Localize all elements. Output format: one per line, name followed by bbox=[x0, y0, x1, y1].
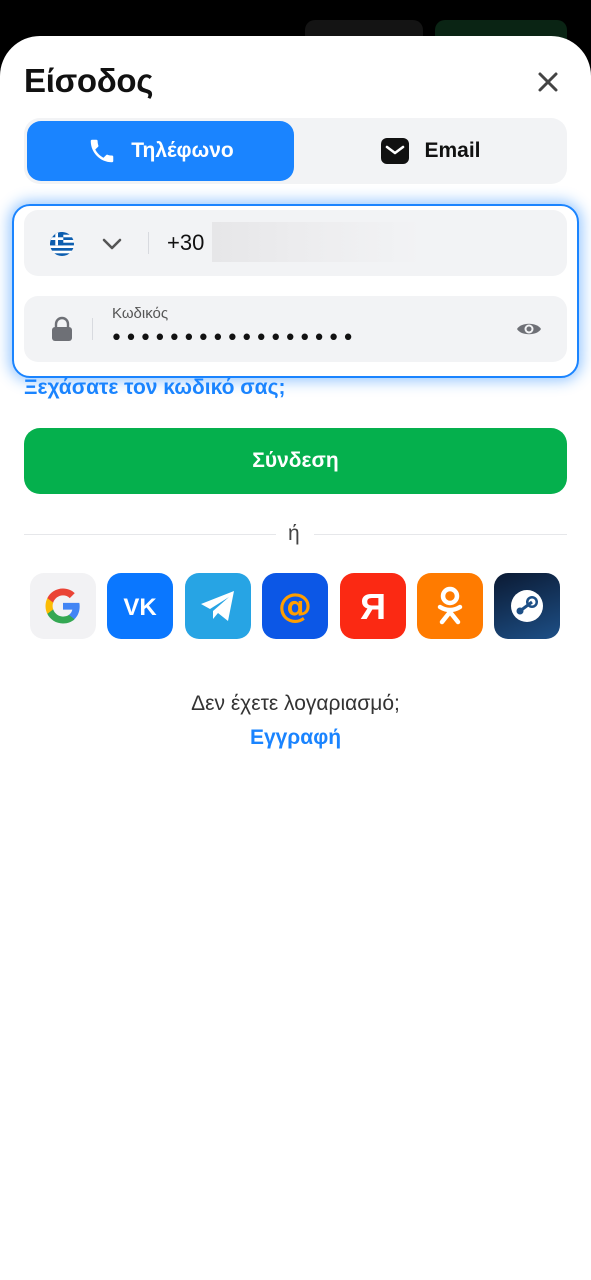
google-icon bbox=[45, 588, 80, 624]
lock-icon bbox=[52, 316, 72, 341]
svg-text:Я: Я bbox=[360, 586, 386, 626]
no-account-text: Δεν έχετε λογαριασμό; bbox=[191, 692, 400, 715]
close-button[interactable] bbox=[530, 64, 566, 100]
phone-field[interactable]: +30 bbox=[24, 210, 567, 276]
close-icon bbox=[538, 72, 558, 92]
vk-login-button[interactable]: VK bbox=[107, 573, 173, 639]
svg-text:VK: VK bbox=[123, 594, 157, 618]
ok-login-button[interactable] bbox=[417, 573, 483, 639]
login-button[interactable]: Σύνδεση bbox=[24, 428, 567, 494]
login-sheet: Είσοδος Τηλέφωνο Email +30 Κωδικός •••••… bbox=[0, 36, 591, 1280]
divider-line bbox=[314, 534, 567, 535]
google-login-button[interactable] bbox=[30, 573, 96, 639]
chevron-down-icon[interactable] bbox=[100, 232, 124, 256]
password-input[interactable]: ••••••••••••••••• bbox=[110, 326, 356, 351]
divider-text: ή bbox=[288, 522, 300, 545]
svg-text:@: @ bbox=[278, 586, 312, 626]
steam-login-button[interactable] bbox=[494, 573, 560, 639]
email-icon bbox=[381, 138, 410, 164]
register-link[interactable]: Εγγραφή bbox=[0, 726, 591, 750]
phone-number-input[interactable] bbox=[212, 222, 422, 262]
field-divider bbox=[148, 232, 149, 254]
tab-phone[interactable]: Τηλέφωνο bbox=[27, 121, 294, 181]
greece-flag-icon[interactable] bbox=[50, 232, 74, 256]
credentials-form: +30 Κωδικός ••••••••••••••••• bbox=[12, 204, 579, 378]
eye-icon[interactable] bbox=[515, 316, 543, 342]
vk-icon: VK bbox=[123, 594, 157, 618]
tab-email[interactable]: Email bbox=[297, 121, 564, 181]
tab-phone-label: Τηλέφωνο bbox=[131, 139, 234, 162]
telegram-icon bbox=[201, 591, 234, 621]
divider-line bbox=[24, 534, 276, 535]
yandex-icon: Я bbox=[360, 586, 386, 626]
country-code: +30 bbox=[167, 230, 205, 255]
yandex-login-button[interactable]: Я bbox=[340, 573, 406, 639]
password-label: Κωδικός bbox=[112, 305, 169, 322]
password-field[interactable]: Κωδικός ••••••••••••••••• bbox=[24, 296, 567, 362]
mail-at-icon: @ bbox=[278, 586, 312, 626]
login-method-tabs: Τηλέφωνο Email bbox=[24, 118, 567, 184]
dialog-title: Είσοδος bbox=[24, 62, 154, 99]
steam-icon bbox=[511, 590, 543, 622]
phone-icon bbox=[90, 139, 114, 163]
tab-email-label: Email bbox=[424, 139, 481, 162]
field-divider bbox=[92, 318, 93, 340]
ok-icon bbox=[437, 586, 463, 625]
forgot-password-link[interactable]: Ξεχάσατε τον κωδικό σας; bbox=[24, 376, 286, 400]
mail-login-button[interactable]: @ bbox=[262, 573, 328, 639]
telegram-login-button[interactable] bbox=[185, 573, 251, 639]
